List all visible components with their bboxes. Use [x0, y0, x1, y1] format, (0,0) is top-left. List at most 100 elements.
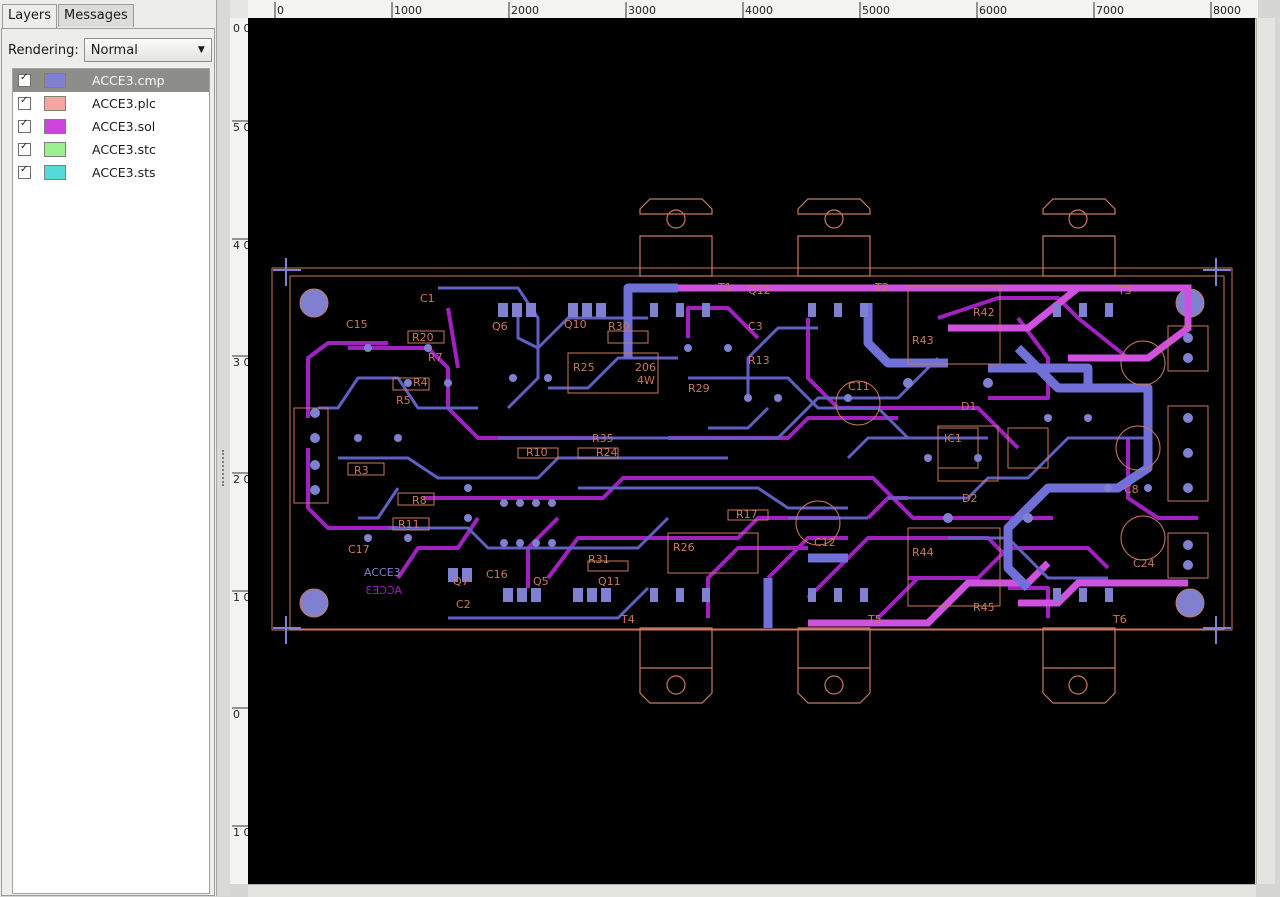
- label-C8: C8: [1124, 483, 1139, 496]
- layer-name: ACCE3.sts: [92, 165, 156, 180]
- vertical-ruler-graphic: 0 0 0 5 0 0 0 4 0 0 0 3 0 0 0 2 0 0 0 1 …: [232, 22, 271, 839]
- ruler-y-label: 0: [233, 708, 240, 721]
- layer-color-swatch[interactable]: [44, 119, 66, 134]
- label-D1: D1: [961, 400, 976, 413]
- pane-splitter[interactable]: [218, 0, 230, 896]
- layer-row-cmp[interactable]: ACCE3.cmp: [13, 69, 209, 92]
- pads: [310, 303, 1193, 602]
- ruler-corner: [230, 0, 248, 18]
- label-R4: R4: [413, 376, 428, 389]
- layer-row-plc[interactable]: ACCE3.plc: [13, 92, 209, 115]
- ruler-y-label: 1 0 0 0: [233, 826, 248, 839]
- layer-name: ACCE3.plc: [92, 96, 156, 111]
- label-R24: R24: [596, 446, 618, 459]
- ruler-x-label: 2000: [511, 4, 539, 17]
- label-Q7: Q7: [453, 575, 469, 588]
- label-T2: T2: [874, 281, 889, 294]
- label-D2: D2: [962, 492, 977, 505]
- side-panel: Layers Messages Rendering: Normal ▼ ACCE…: [0, 0, 217, 896]
- label-T1: T1: [717, 281, 732, 294]
- label-R17: R17: [736, 508, 758, 521]
- horizontal-scrollbar[interactable]: [248, 884, 1256, 897]
- label-C1: C1: [420, 292, 435, 305]
- pcb-canvas[interactable]: T1 T2 T3 T4 T5 T6 R42 R43 R44 R45 R25 R2…: [248, 18, 1255, 885]
- layer-visible-checkbox[interactable]: [18, 141, 31, 156]
- ruler-y-label: 0 0 0: [233, 22, 248, 35]
- label-R31: R31: [588, 553, 610, 566]
- layer-color-swatch[interactable]: [44, 165, 66, 180]
- label-T3: T3: [1117, 284, 1132, 297]
- panel-tabs: Layers Messages: [2, 4, 135, 28]
- label-R11: R11: [398, 518, 420, 531]
- layer-visible-checkbox[interactable]: [18, 118, 31, 133]
- layer-name: ACCE3.sol: [92, 119, 156, 134]
- label-R29: R29: [688, 382, 710, 395]
- pcb-render[interactable]: T1 T2 T3 T4 T5 T6 R42 R43 R44 R45 R25 R2…: [248, 18, 1255, 885]
- label-C2: C2: [456, 598, 471, 611]
- label-4W: 4W: [637, 374, 655, 387]
- solder-traces: [306, 286, 1198, 620]
- label-R42: R42: [973, 306, 995, 319]
- label-T4: T4: [620, 613, 635, 626]
- ruler-x-label: 8000: [1213, 4, 1241, 17]
- label-R3: R3: [354, 464, 369, 477]
- label-R35: R35: [592, 432, 614, 445]
- horizontal-ruler: 0 1000 2000 3000 4000 5000 6000 7000 800…: [248, 0, 1258, 19]
- board-text: ACCE3: [364, 566, 401, 579]
- label-206: 206: [635, 361, 656, 374]
- layer-visible-checkbox[interactable]: [18, 72, 31, 87]
- rendering-select[interactable]: Normal ▼: [83, 38, 212, 62]
- rendering-label: Rendering:: [8, 42, 79, 58]
- layer-row-sts[interactable]: ACCE3.sts: [13, 161, 209, 184]
- horizontal-ruler-graphic: 0 1000 2000 3000 4000 5000 6000 7000 800…: [274, 2, 1241, 18]
- label-R44: R44: [912, 546, 934, 559]
- layer-row-stc[interactable]: ACCE3.stc: [13, 138, 209, 161]
- label-Q10: Q10: [564, 318, 587, 331]
- label-T5: T5: [867, 613, 882, 626]
- ruler-x-label: 5000: [862, 4, 890, 17]
- ruler-x-label: 7000: [1096, 4, 1124, 17]
- layer-visible-checkbox[interactable]: [18, 164, 31, 179]
- rendering-value: Normal: [90, 42, 138, 58]
- component-traces: [318, 286, 1148, 620]
- ruler-x-label: 6000: [979, 4, 1007, 17]
- label-C11: C11: [848, 380, 870, 393]
- ruler-x-label: 0: [277, 4, 284, 17]
- layer-visible-checkbox[interactable]: [18, 95, 31, 110]
- label-C12: C12: [814, 536, 836, 549]
- layers-panel: Rendering: Normal ▼ ACCE3.cmp ACCE3.plc …: [1, 28, 215, 896]
- ruler-y-label: 3 0 0 0: [233, 356, 248, 369]
- ruler-y-label: 4 0 0 0: [233, 239, 248, 252]
- label-R13: R13: [748, 354, 770, 367]
- label-Q12: Q12: [748, 284, 771, 297]
- transistor-outlines: [639, 198, 1116, 704]
- label-IC1: IC1: [944, 432, 962, 445]
- vertical-ruler: 0 0 0 5 0 0 0 4 0 0 0 3 0 0 0 2 0 0 0 1 …: [230, 18, 271, 884]
- board-title-mirrored: ACCE3: [365, 584, 402, 597]
- chevron-down-icon: ▼: [197, 45, 205, 55]
- board-title-text: ACCE3: [364, 566, 401, 579]
- vertical-scrollbar[interactable]: [1256, 18, 1275, 884]
- label-C16: C16: [486, 568, 508, 581]
- layer-color-swatch[interactable]: [44, 96, 66, 111]
- capacitor-outlines: [795, 340, 1166, 561]
- board-text-mirrored: ACCE3: [365, 584, 402, 597]
- label-C17: C17: [348, 543, 370, 556]
- ruler-x-label: 4000: [745, 4, 773, 17]
- tab-messages[interactable]: Messages: [58, 4, 134, 27]
- layer-list: ACCE3.cmp ACCE3.plc ACCE3.sol ACCE3.stc: [12, 68, 210, 894]
- label-R5: R5: [396, 394, 411, 407]
- layer-color-swatch[interactable]: [44, 142, 66, 157]
- label-C24: C24: [1133, 557, 1155, 570]
- layer-row-sol[interactable]: ACCE3.sol: [13, 115, 209, 138]
- label-R8: R8: [412, 494, 427, 507]
- ruler-y-label: 2 0 0 0: [233, 473, 248, 486]
- label-R25: R25: [573, 361, 595, 374]
- label-Q11: Q11: [598, 575, 621, 588]
- tab-layers[interactable]: Layers: [2, 4, 58, 28]
- splitter-grip-icon[interactable]: [222, 450, 226, 486]
- label-R43: R43: [912, 334, 934, 347]
- layer-name: ACCE3.stc: [92, 142, 156, 157]
- label-R20: R20: [412, 331, 434, 344]
- layer-color-swatch[interactable]: [44, 73, 66, 88]
